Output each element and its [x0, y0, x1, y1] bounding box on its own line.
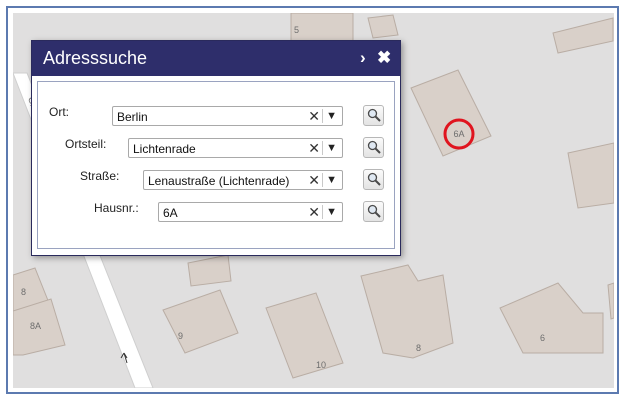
magnifier-icon	[367, 140, 381, 154]
ort-select[interactable]: Berlin ✕ ▼	[112, 106, 343, 126]
building	[265, 292, 344, 379]
label-ort: Ort:	[49, 105, 69, 119]
magnifier-icon	[367, 204, 381, 218]
building	[367, 14, 399, 39]
label-hausnr: Hausnr.:	[94, 201, 139, 215]
ortsteil-divider	[322, 141, 323, 155]
dialog-title: Adresssuche	[43, 48, 148, 68]
dialog-titlebar[interactable]: Adresssuche › ✖	[32, 41, 400, 76]
building	[607, 282, 614, 320]
ortsteil-chevron-down-icon[interactable]: ▼	[326, 141, 337, 155]
strasse-value: Lenaustraße (Lichtenrade)	[148, 174, 290, 188]
ortsteil-select[interactable]: Lichtenrade ✕ ▼	[128, 138, 343, 158]
ort-clear-icon[interactable]: ✕	[308, 108, 320, 124]
strasse-divider	[322, 173, 323, 187]
house-number-8-left: 8	[21, 287, 26, 297]
building	[360, 264, 454, 359]
house-number-8a: 8A	[30, 321, 41, 331]
ort-value: Berlin	[117, 110, 148, 124]
strasse-chevron-down-icon[interactable]: ▼	[326, 173, 337, 187]
house-number-9: 9	[178, 331, 183, 341]
house-number-6a: 6A	[453, 129, 464, 139]
house-number-5: 5	[294, 25, 299, 35]
building-6a[interactable]	[410, 69, 492, 157]
hausnr-value: 6A	[163, 206, 178, 220]
close-icon[interactable]: ✖	[377, 49, 391, 67]
strasse-clear-icon[interactable]: ✕	[308, 172, 320, 188]
hausnr-clear-icon[interactable]: ✕	[308, 204, 320, 220]
search-form: Ort: Berlin ✕ ▼ Ortsteil: Lichtenrade ✕ …	[37, 81, 395, 249]
building	[567, 142, 614, 209]
chevron-right-icon[interactable]: ›	[360, 49, 366, 67]
building	[162, 289, 239, 354]
ort-chevron-down-icon[interactable]: ▼	[326, 109, 337, 123]
building	[187, 254, 232, 287]
building	[290, 13, 354, 44]
ortsteil-search-button[interactable]	[363, 137, 384, 158]
label-strasse: Straße:	[80, 169, 120, 183]
hausnr-divider	[322, 205, 323, 219]
hausnr-select[interactable]: 6A ✕ ▼	[158, 202, 343, 222]
ortsteil-value: Lichtenrade	[133, 142, 196, 156]
address-search-dialog: Adresssuche › ✖ Ort: Berlin ✕ ▼ Ortsteil…	[31, 40, 401, 256]
ort-search-button[interactable]	[363, 105, 384, 126]
ortsteil-clear-icon[interactable]: ✕	[308, 140, 320, 156]
house-number-10: 10	[316, 360, 326, 370]
strasse-select[interactable]: Lenaustraße (Lichtenrade) ✕ ▼	[143, 170, 343, 190]
house-number-6: 6	[540, 333, 545, 343]
house-number-8-center: 8	[416, 343, 421, 353]
strasse-search-button[interactable]	[363, 169, 384, 190]
label-ortsteil: Ortsteil:	[65, 137, 107, 151]
building	[552, 17, 614, 54]
ort-divider	[322, 109, 323, 123]
magnifier-icon	[367, 172, 381, 186]
hausnr-chevron-down-icon[interactable]: ▼	[326, 205, 337, 219]
hausnr-search-button[interactable]	[363, 201, 384, 222]
building	[499, 282, 604, 354]
magnifier-icon	[367, 108, 381, 122]
